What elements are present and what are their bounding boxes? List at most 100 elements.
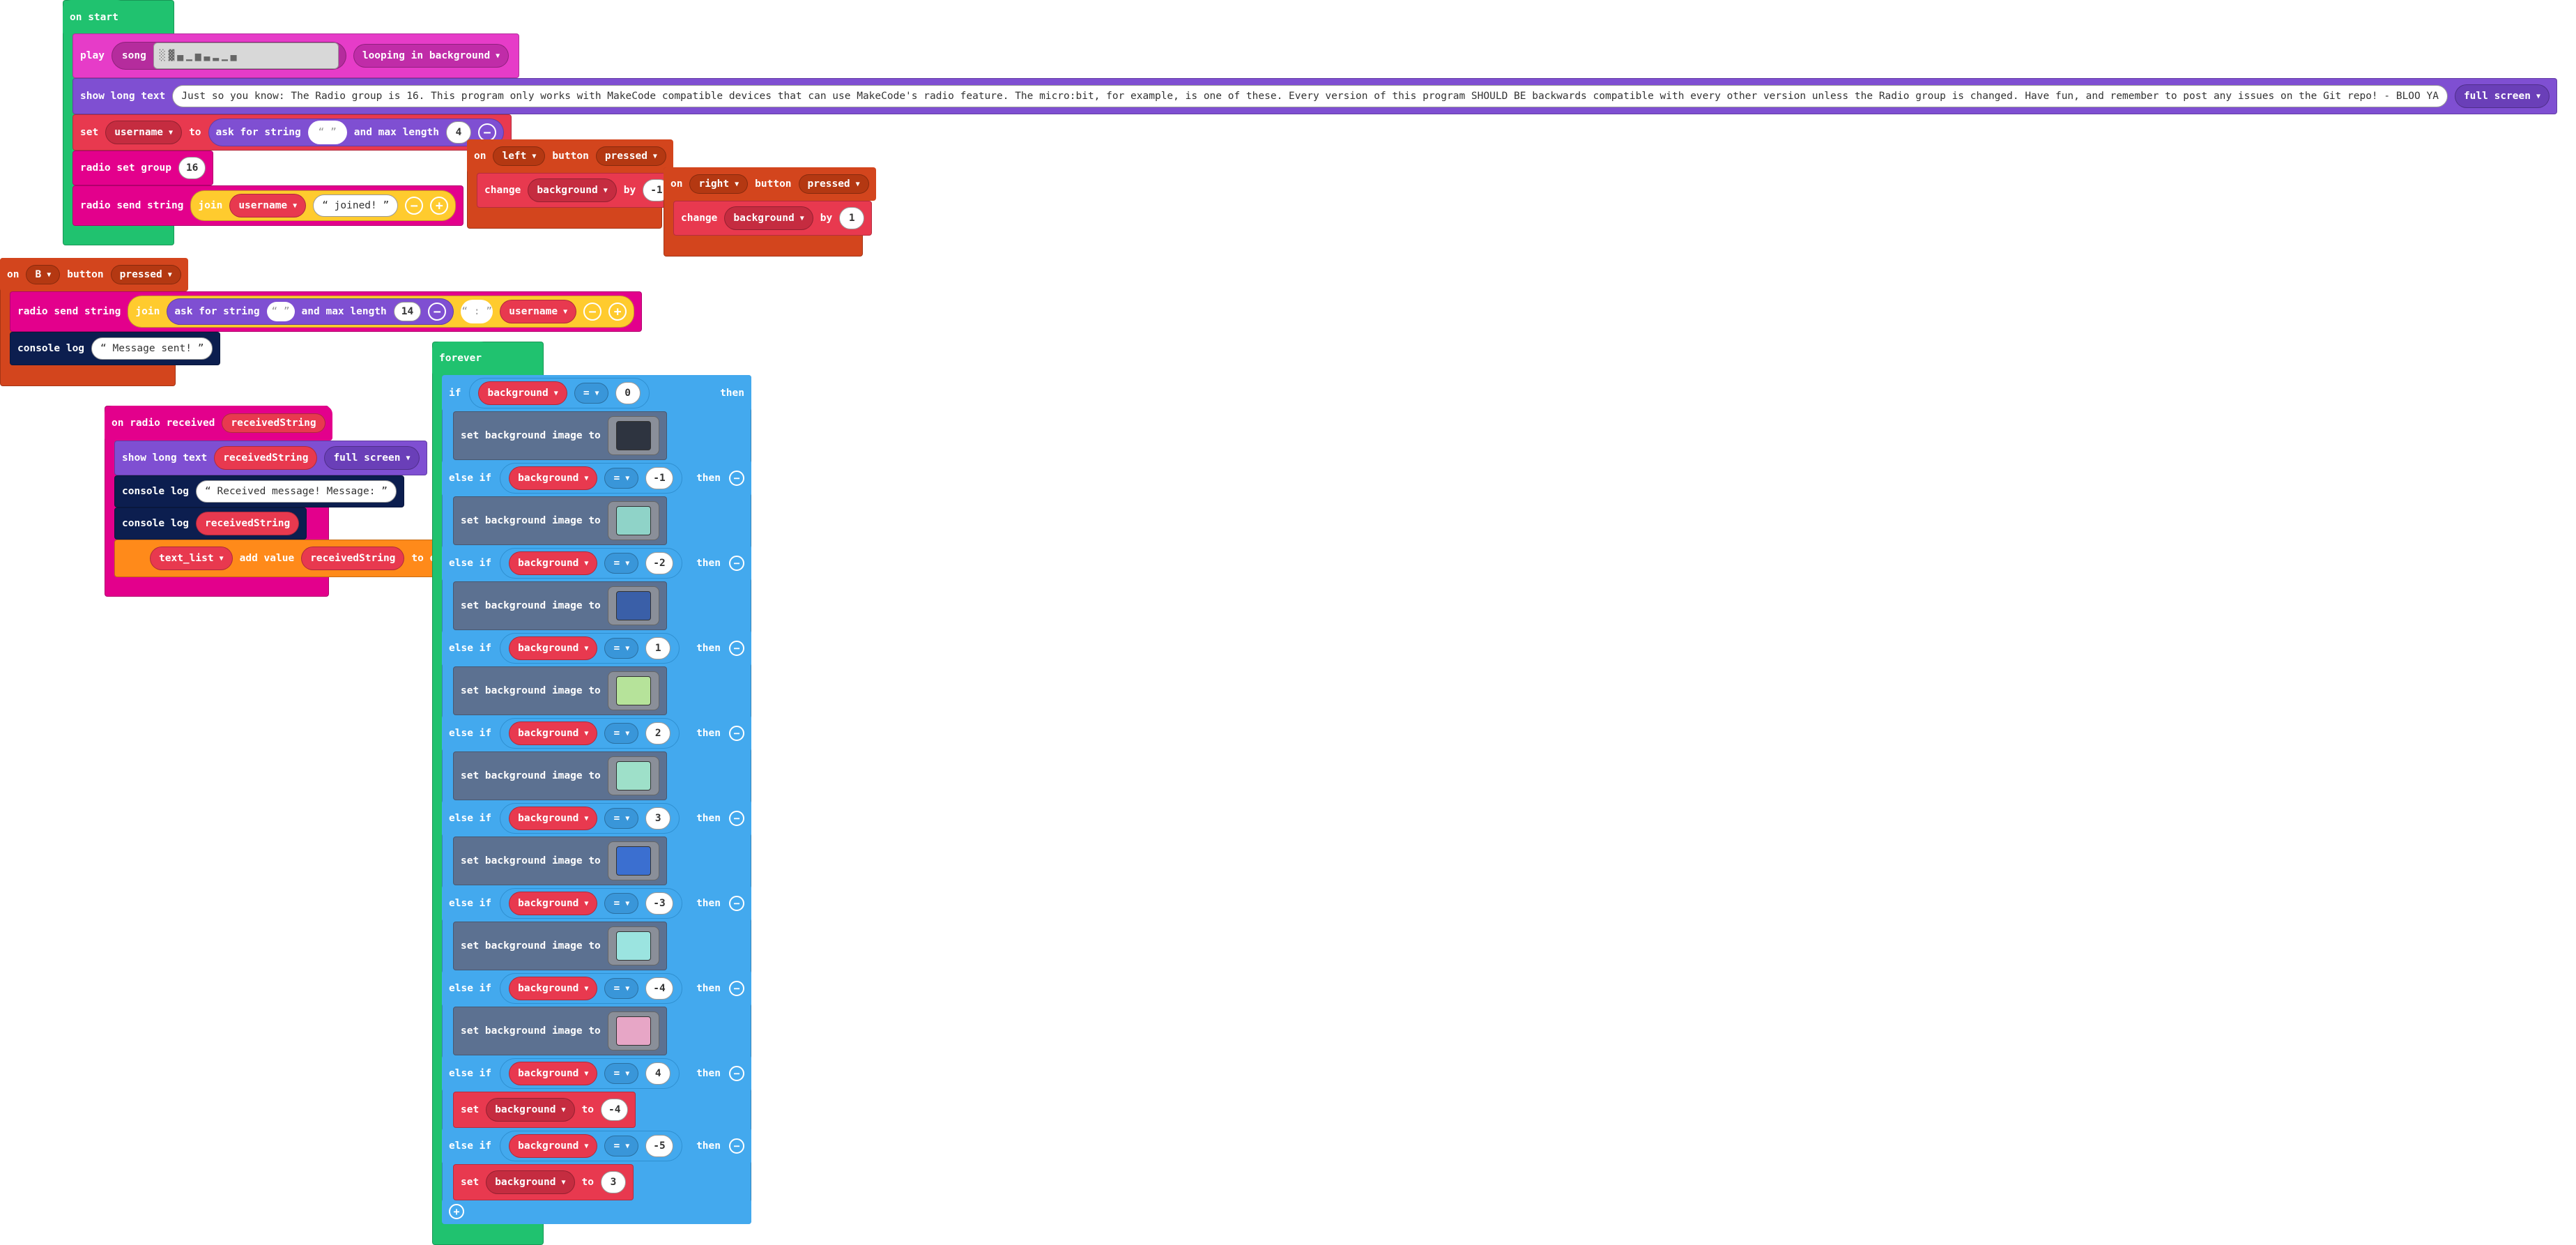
background-var-dropdown[interactable]: background ▼ — [528, 178, 617, 202]
else-if-condition-row[interactable]: else if background ▼ = ▼ 4 then − — [442, 1055, 751, 1092]
set-background-image-block[interactable]: set background image to — [453, 411, 667, 460]
show-long-text-block[interactable]: show long text Just so you know: The Rad… — [72, 78, 2558, 114]
background-var-dropdown[interactable]: background ▼ — [509, 1134, 598, 1158]
radio-send-joined-block[interactable]: radio send string join username ▼ “ joine… — [72, 185, 464, 226]
else-if-condition-row[interactable]: else if background ▼ = ▼ -1 then − — [442, 460, 751, 496]
compare-value-field[interactable]: 0 — [615, 382, 641, 404]
background-var-dropdown[interactable]: background ▼ — [509, 807, 598, 830]
text-list-dropdown[interactable]: text_list ▼ — [150, 547, 233, 570]
plus-icon[interactable]: + — [430, 197, 449, 215]
background-var-dropdown[interactable]: background ▼ — [486, 1098, 575, 1122]
set-username-block[interactable]: set username ▼ to ask for string “ ” and … — [72, 114, 512, 151]
set-background-image-block[interactable]: set background image to — [453, 1007, 667, 1055]
background-var-dropdown[interactable]: background ▼ — [509, 977, 598, 1000]
ask-for-string-reporter[interactable]: ask for string “ ” and max length 14 − — [167, 298, 454, 325]
image-picker[interactable] — [607, 1011, 659, 1051]
username-var-dropdown[interactable]: username ▼ — [500, 300, 577, 323]
minus-icon[interactable]: − — [729, 896, 744, 911]
list-add-value-block[interactable]: text_list ▼ add value receivedString to e… — [114, 540, 456, 577]
else-if-condition-row[interactable]: else if background ▼ = ▼ -2 then − — [442, 545, 751, 581]
compare-value-field[interactable]: 1 — [645, 637, 671, 659]
minus-icon[interactable]: − — [729, 556, 744, 571]
console-log-received-var-block[interactable]: console log receivedString — [114, 507, 307, 540]
image-picker[interactable] — [607, 416, 659, 455]
minus-icon[interactable]: − — [729, 726, 744, 741]
minus-icon[interactable]: − — [729, 1138, 744, 1154]
set-background-block[interactable]: set background ▼ to -4 — [453, 1092, 636, 1128]
equals-dropdown[interactable]: = ▼ — [604, 893, 639, 914]
set-background-image-block[interactable]: set background image to — [453, 837, 667, 885]
show-received-text-block[interactable]: show long text receivedString full scree… — [114, 441, 427, 475]
compare-value-field[interactable]: -3 — [645, 892, 673, 915]
compare-value-field[interactable]: -4 — [645, 977, 673, 1000]
comparison-reporter[interactable]: background ▼ = ▼ -5 — [500, 1131, 682, 1161]
received-string-var[interactable]: receivedString — [214, 446, 318, 470]
background-var-dropdown[interactable]: background ▼ — [509, 551, 598, 575]
received-string-var[interactable]: receivedString — [301, 547, 405, 570]
minus-icon[interactable]: − — [729, 811, 744, 826]
radio-set-group-block[interactable]: radio set group 16 — [72, 151, 214, 185]
joined-text-field[interactable]: “ joined! ” — [313, 194, 399, 217]
b-button-dropdown[interactable]: B ▼ — [26, 265, 61, 284]
background-var-dropdown[interactable]: background ▼ — [509, 636, 598, 660]
forever-header[interactable]: forever — [432, 342, 489, 375]
pressed-dropdown[interactable]: pressed ▼ — [798, 174, 869, 194]
on-start-header[interactable]: on start — [63, 0, 125, 35]
else-if-condition-row[interactable]: else if background ▼ = ▼ 2 then − — [442, 715, 751, 751]
received-string-var[interactable]: receivedString — [196, 512, 300, 535]
minus-icon[interactable]: − — [583, 303, 602, 321]
change-amount-field[interactable]: 1 — [839, 207, 865, 229]
else-if-condition-row[interactable]: else if background ▼ = ▼ -4 then − — [442, 970, 751, 1007]
set-background-block[interactable]: set background ▼ to 3 — [453, 1164, 634, 1200]
background-var-dropdown[interactable]: background ▼ — [486, 1170, 575, 1194]
username-var-dropdown[interactable]: username ▼ — [229, 194, 307, 217]
minus-icon[interactable]: − — [428, 303, 447, 321]
console-log-sent-block[interactable]: console log “ Message sent! ” — [10, 332, 221, 365]
equals-dropdown[interactable]: = ▼ — [574, 383, 608, 404]
background-var-dropdown[interactable]: background ▼ — [509, 892, 598, 915]
pressed-dropdown[interactable]: pressed ▼ — [110, 265, 181, 284]
comparison-reporter[interactable]: background ▼ = ▼ 1 — [500, 633, 680, 664]
set-value-field[interactable]: -4 — [601, 1099, 629, 1121]
compare-value-field[interactable]: -1 — [645, 467, 673, 489]
change-background-block[interactable]: change background ▼ by -1 — [477, 173, 678, 208]
comparison-reporter[interactable]: background ▼ = ▼ 0 — [469, 378, 650, 408]
song-value[interactable]: ░▓▄▁▅▃▂▁▄ — [153, 43, 339, 69]
console-log-received-msg-block[interactable]: console log “ Received message! Message:… — [114, 475, 404, 507]
change-background-block[interactable]: change background ▼ by 1 — [673, 201, 873, 236]
image-picker[interactable] — [607, 501, 659, 540]
image-picker[interactable] — [607, 756, 659, 795]
minus-icon[interactable]: − — [729, 641, 744, 656]
else-if-condition-row[interactable]: else if background ▼ = ▼ -5 then − — [442, 1128, 751, 1164]
ask-string-field[interactable]: “ ” — [266, 302, 295, 321]
background-var-dropdown[interactable]: background ▼ — [509, 466, 598, 490]
compare-value-field[interactable]: -5 — [645, 1135, 673, 1157]
equals-dropdown[interactable]: = ▼ — [604, 808, 639, 829]
equals-dropdown[interactable]: = ▼ — [604, 1063, 639, 1084]
on-radio-received-header[interactable]: on radio received receivedString — [105, 406, 332, 441]
username-var-dropdown[interactable]: username ▼ — [105, 121, 183, 144]
comparison-reporter[interactable]: background ▼ = ▼ 2 — [500, 718, 680, 749]
radio-send-message-block[interactable]: radio send string join ask for string “ … — [10, 291, 643, 332]
ask-string-field[interactable]: “ ” — [307, 121, 347, 144]
full-screen-dropdown[interactable]: full screen ▼ — [2454, 84, 2550, 108]
comparison-reporter[interactable]: background ▼ = ▼ -2 — [500, 548, 682, 579]
comparison-reporter[interactable]: background ▼ = ▼ -4 — [500, 973, 682, 1004]
compare-value-field[interactable]: 3 — [645, 807, 671, 830]
radio-group-field[interactable]: 16 — [178, 157, 206, 179]
log-text-field[interactable]: “ Message sent! ” — [91, 337, 213, 360]
comparison-reporter[interactable]: background ▼ = ▼ -1 — [500, 463, 682, 494]
log-message-field[interactable]: “ Received message! Message: ” — [196, 480, 397, 503]
image-picker[interactable] — [607, 586, 659, 625]
equals-dropdown[interactable]: = ▼ — [604, 1136, 639, 1156]
compare-value-field[interactable]: 4 — [645, 1062, 671, 1085]
background-var-dropdown[interactable]: background ▼ — [478, 381, 567, 405]
blocks-workspace[interactable]: on start play song ░▓▄▁▅▃▂▁▄ looping in … — [0, 0, 2576, 1245]
minus-icon[interactable]: − — [729, 981, 744, 996]
set-value-field[interactable]: 3 — [601, 1171, 627, 1193]
separator-field[interactable]: “ : ” — [461, 300, 493, 323]
join-reporter[interactable]: join ask for string “ ” and max length 1… — [128, 296, 635, 328]
looping-dropdown[interactable]: looping in background ▼ — [353, 44, 509, 68]
plus-icon[interactable]: + — [449, 1204, 464, 1219]
minus-icon[interactable]: − — [405, 197, 424, 215]
